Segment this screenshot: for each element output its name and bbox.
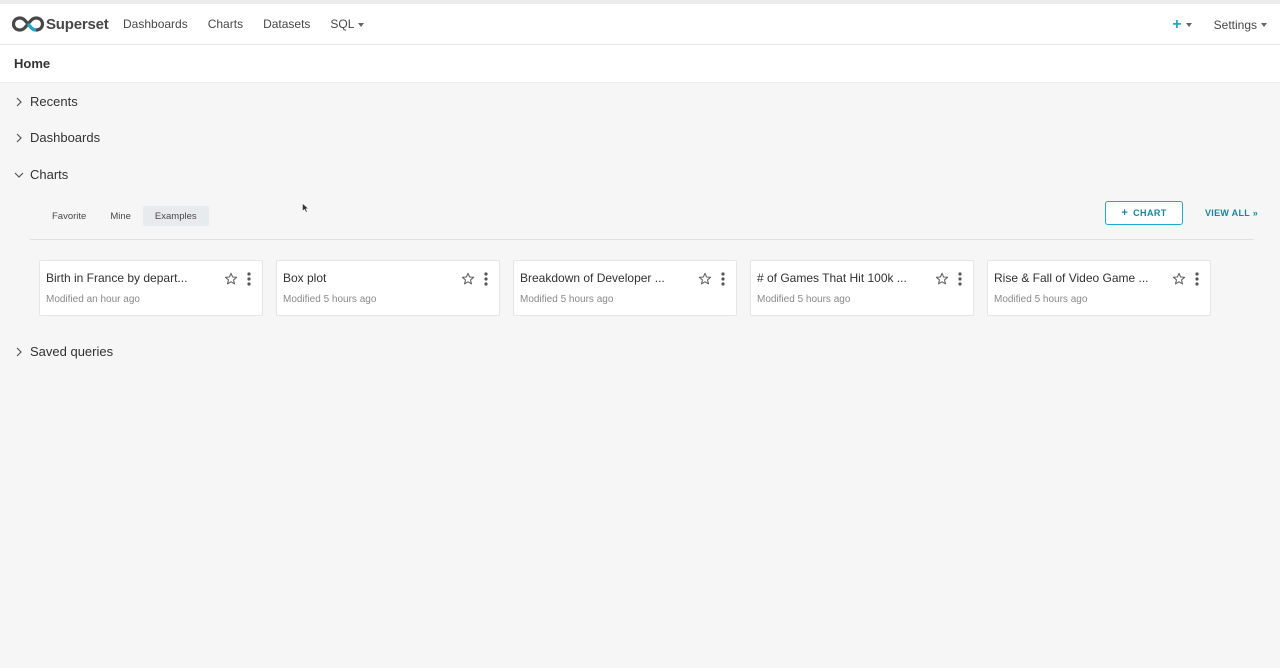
nav-item-charts[interactable]: Charts [208,17,263,31]
nav-item-label: Charts [207,17,244,31]
superset-logo-icon [12,16,44,32]
tab-label: Mine [110,210,131,222]
section-recents-toggle[interactable]: Recents [13,94,78,109]
chevron-right-icon [16,347,22,356]
tab-mine[interactable]: Mine [98,206,143,226]
chart-card[interactable]: Box plot Modified 5 hours ago [276,260,500,316]
card-title[interactable]: Birth in France by depart... [46,271,206,285]
star-icon[interactable] [461,272,475,286]
settings-menu[interactable]: Settings [1214,18,1267,32]
star-icon[interactable] [1172,272,1186,286]
section-label: Recents [30,94,78,109]
plus-icon: + [1172,15,1182,33]
card-modified: Modified 5 hours ago [283,294,377,305]
card-modified: Modified 5 hours ago [994,294,1088,305]
section-label: Dashboards [30,130,101,145]
brand[interactable]: Superset [12,16,116,33]
section-charts-toggle[interactable]: Charts [13,167,68,182]
chart-card[interactable]: Breakdown of Developer ... Modified 5 ho… [513,260,737,316]
nav-item-label: SQL [330,17,355,31]
chart-card[interactable]: Rise & Fall of Video Game ... Modified 5… [987,260,1211,316]
more-vertical-icon[interactable] [718,271,728,287]
tab-label: Examples [154,210,197,222]
caret-down-icon [1185,23,1192,27]
chart-card[interactable]: Birth in France by depart... Modified an… [39,260,263,316]
section-label: Saved queries [30,344,114,359]
page-header: Home [0,45,1280,83]
main-navbar: Superset Dashboards Charts Datasets SQL … [0,4,1280,45]
tab-favorite[interactable]: Favorite [40,206,98,226]
nav-right: + Settings [1172,4,1267,45]
more-vertical-icon[interactable] [1192,271,1202,287]
star-icon[interactable] [698,272,712,286]
settings-label: Settings [1213,17,1257,32]
mouse-cursor-icon [302,203,309,213]
card-title[interactable]: # of Games That Hit 100k ... [757,271,917,285]
brand-name: Superset [46,15,109,33]
add-chart-label: CHART [1133,208,1167,218]
card-modified: Modified 5 hours ago [757,294,851,305]
section-saved-queries-toggle[interactable]: Saved queries [13,344,113,359]
nav-item-dashboards[interactable]: Dashboards [123,17,208,31]
card-title[interactable]: Box plot [283,271,443,285]
tabs-divider [30,239,1254,240]
card-title[interactable]: Rise & Fall of Video Game ... [994,271,1154,285]
nav-item-label: Dashboards [123,17,188,31]
more-vertical-icon[interactable] [955,271,965,287]
charts-tabs: Favorite Mine Examples [40,206,209,226]
nav-menu: Dashboards Charts Datasets SQL [123,17,384,31]
add-chart-button[interactable]: + CHART [1105,201,1183,225]
more-vertical-icon[interactable] [481,271,491,287]
page-title: Home [14,56,51,71]
caret-down-icon [358,22,365,27]
plus-icon: + [1121,207,1129,219]
chevron-right-icon [16,97,22,106]
more-vertical-icon[interactable] [244,271,254,287]
section-dashboards-toggle[interactable]: Dashboards [13,130,100,145]
section-label: Charts [30,167,69,182]
chart-card[interactable]: # of Games That Hit 100k ... Modified 5 … [750,260,974,316]
card-modified: Modified 5 hours ago [520,294,614,305]
card-modified: Modified an hour ago [46,294,140,305]
card-title[interactable]: Breakdown of Developer ... [520,271,680,285]
view-all-link[interactable]: VIEW ALL » [1205,208,1258,218]
tab-examples[interactable]: Examples [142,206,209,226]
nav-item-sql[interactable]: SQL [330,17,384,31]
caret-down-icon [1261,23,1267,27]
chevron-right-icon [16,133,22,142]
new-item-menu[interactable]: + [1172,15,1192,33]
nav-item-label: Datasets [263,17,311,31]
tab-label: Favorite [52,210,87,222]
nav-item-datasets[interactable]: Datasets [263,17,330,31]
star-icon[interactable] [224,272,238,286]
chevron-down-icon [14,172,24,178]
star-icon[interactable] [935,272,949,286]
